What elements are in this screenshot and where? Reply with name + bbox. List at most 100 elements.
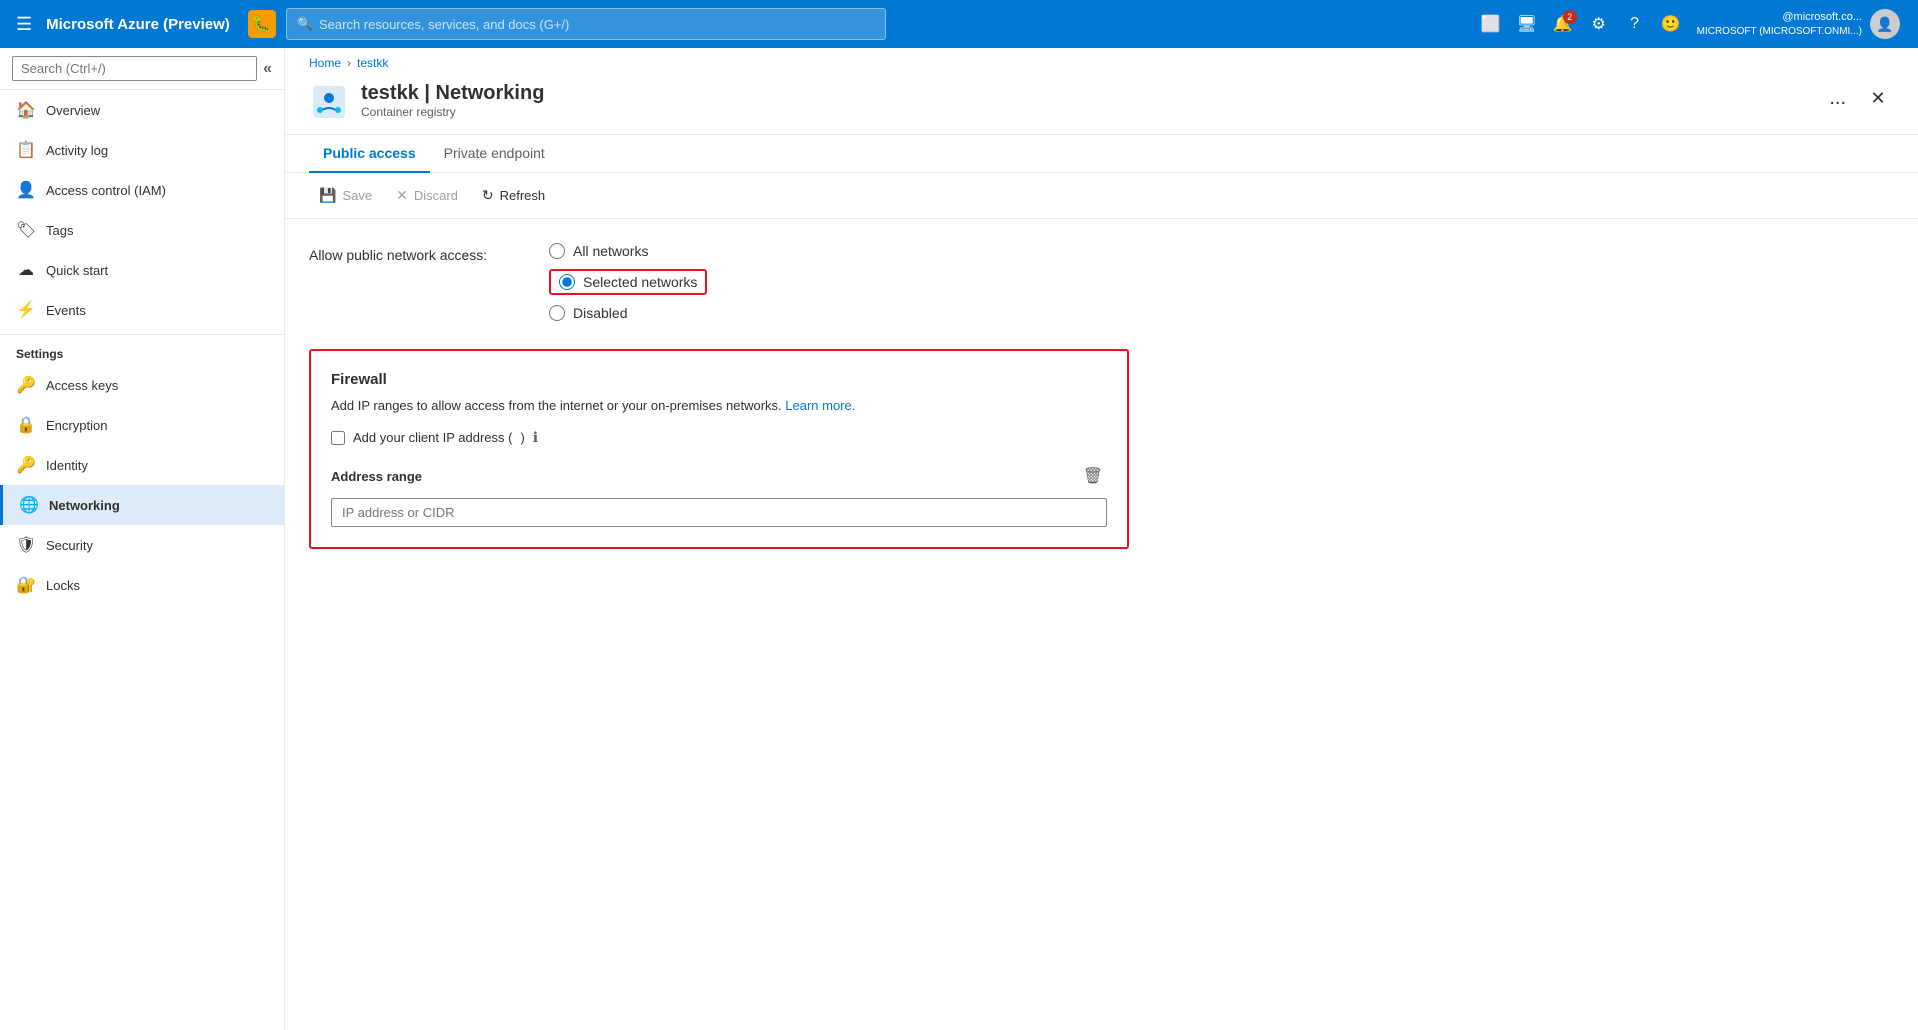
feedback-btn[interactable]: 🙂 xyxy=(1655,8,1687,40)
client-ip-checkbox[interactable] xyxy=(331,431,345,445)
portal-icon-btn[interactable]: ⬜ xyxy=(1475,8,1507,40)
delete-btn[interactable]: 🗑 xyxy=(1079,462,1107,490)
identity-label: Identity xyxy=(46,458,88,473)
discard-button[interactable]: ✕ Discard xyxy=(386,181,468,210)
sidebar-item-security[interactable]: 🛡 Security xyxy=(0,525,284,565)
sidebar-item-overview[interactable]: 🏠 Overview xyxy=(0,90,284,130)
save-button[interactable]: 💾 Save xyxy=(309,181,382,210)
tab-private-endpoint[interactable]: Private endpoint xyxy=(430,135,559,173)
sidebar-item-locks[interactable]: 🔐 Locks xyxy=(0,565,284,605)
bug-icon[interactable]: 🐛 xyxy=(248,10,276,38)
quick-start-icon: ☁ xyxy=(16,260,36,280)
radio-selected-networks-input[interactable] xyxy=(559,274,575,290)
search-input[interactable] xyxy=(319,17,875,32)
security-label: Security xyxy=(46,538,93,553)
radio-disabled-label: Disabled xyxy=(573,305,627,321)
search-bar[interactable]: 🔍 xyxy=(286,8,886,40)
help-btn[interactable]: ? xyxy=(1619,8,1651,40)
refresh-icon: ↻ xyxy=(482,187,494,204)
sidebar-item-encryption[interactable]: 🔒 Encryption xyxy=(0,405,284,445)
quick-start-label: Quick start xyxy=(46,263,108,278)
main-layout: « 🏠 Overview 📋 Activity log 👤 Access con… xyxy=(0,48,1918,1030)
hamburger-icon[interactable]: ☰ xyxy=(12,10,36,39)
page-header-actions: ... ✕ xyxy=(1821,82,1894,114)
cidr-input[interactable] xyxy=(331,498,1107,527)
sidebar: « 🏠 Overview 📋 Activity log 👤 Access con… xyxy=(0,48,285,1030)
cloud-shell-btn[interactable]: 🖥 xyxy=(1511,8,1543,40)
save-label: Save xyxy=(342,188,372,203)
locks-label: Locks xyxy=(46,578,80,593)
radio-disabled-input[interactable] xyxy=(549,305,565,321)
radio-disabled[interactable]: Disabled xyxy=(549,305,707,321)
notification-btn[interactable]: 🔔 2 xyxy=(1547,8,1579,40)
access-keys-icon: 🔑 xyxy=(16,375,36,395)
user-text: @microsoft.co... MICROSOFT (MICROSOFT.ON… xyxy=(1697,10,1862,37)
networking-label: Networking xyxy=(49,498,120,513)
sidebar-search-input[interactable] xyxy=(12,56,257,81)
page-title: testkk | Networking xyxy=(361,82,1809,105)
settings-section-header: Settings xyxy=(0,334,284,365)
access-keys-label: Access keys xyxy=(46,378,118,393)
user-tenant: MICROSOFT (MICROSOFT.ONMI...) xyxy=(1697,25,1862,38)
events-icon: ⚡ xyxy=(16,300,36,320)
learn-more-link[interactable]: Learn more. xyxy=(785,398,855,413)
radio-all-networks-input[interactable] xyxy=(549,243,565,259)
radio-all-networks-label: All networks xyxy=(573,243,648,259)
tab-public-access[interactable]: Public access xyxy=(309,135,430,173)
network-access-label: Allow public network access: xyxy=(309,243,509,263)
collapse-sidebar-btn[interactable]: « xyxy=(263,60,272,78)
top-nav: ☰ Microsoft Azure (Preview) 🐛 🔍 ⬜ 🖥 🔔 2 … xyxy=(0,0,1918,48)
breadcrumb-resource[interactable]: testkk xyxy=(357,56,388,70)
sidebar-item-access-control[interactable]: 👤 Access control (IAM) xyxy=(0,170,284,210)
networking-icon: 🌐 xyxy=(19,495,39,515)
firewall-title: Firewall xyxy=(331,371,1107,388)
sidebar-item-events[interactable]: ⚡ Events xyxy=(0,290,284,330)
sidebar-item-networking[interactable]: 🌐 Networking xyxy=(0,485,284,525)
more-options-btn[interactable]: ... xyxy=(1821,83,1854,114)
refresh-button[interactable]: ↻ Refresh xyxy=(472,181,555,210)
overview-icon: 🏠 xyxy=(16,100,36,120)
discard-label: Discard xyxy=(414,188,458,203)
firewall-description: Add IP ranges to allow access from the i… xyxy=(331,398,1107,413)
events-label: Events xyxy=(46,303,86,318)
resource-icon xyxy=(309,82,349,122)
avatar[interactable]: 👤 xyxy=(1870,9,1900,39)
identity-icon: 🔑 xyxy=(16,455,36,475)
main-content: Allow public network access: All network… xyxy=(285,219,1918,1030)
sidebar-item-access-keys[interactable]: 🔑 Access keys xyxy=(0,365,284,405)
security-icon: 🛡 xyxy=(16,535,36,555)
radio-group: All networks Selected networks Disabled xyxy=(549,243,707,321)
encryption-label: Encryption xyxy=(46,418,107,433)
notification-badge: 2 xyxy=(1563,10,1577,24)
save-icon: 💾 xyxy=(319,187,336,204)
activity-log-label: Activity log xyxy=(46,143,108,158)
page-header: testkk | Networking Container registry .… xyxy=(285,78,1918,135)
address-range-label: Address range xyxy=(331,469,422,484)
sidebar-item-quick-start[interactable]: ☁ Quick start xyxy=(0,250,284,290)
info-icon[interactable]: ℹ xyxy=(533,429,538,446)
firewall-section: Firewall Add IP ranges to allow access f… xyxy=(309,349,1129,549)
tags-icon: 🏷 xyxy=(16,220,36,240)
toolbar: 💾 Save ✕ Discard ↻ Refresh xyxy=(285,173,1918,219)
radio-selected-networks[interactable]: Selected networks xyxy=(549,269,707,295)
overview-label: Overview xyxy=(46,103,100,118)
user-info[interactable]: @microsoft.co... MICROSOFT (MICROSOFT.ON… xyxy=(1691,9,1906,39)
sidebar-item-tags[interactable]: 🏷 Tags xyxy=(0,210,284,250)
encryption-icon: 🔒 xyxy=(16,415,36,435)
search-icon: 🔍 xyxy=(297,16,313,32)
breadcrumb-separator: › xyxy=(347,56,351,70)
brand-name: Microsoft Azure (Preview) xyxy=(46,16,230,33)
close-btn[interactable]: ✕ xyxy=(1862,82,1894,114)
radio-all-networks[interactable]: All networks xyxy=(549,243,707,259)
sidebar-item-activity-log[interactable]: 📋 Activity log xyxy=(0,130,284,170)
refresh-label: Refresh xyxy=(500,188,546,203)
sidebar-search: « xyxy=(0,48,284,90)
settings-btn[interactable]: ⚙ xyxy=(1583,8,1615,40)
breadcrumb-home[interactable]: Home xyxy=(309,56,341,70)
client-ip-label: Add your client IP address ( xyxy=(353,430,512,445)
tags-label: Tags xyxy=(46,223,73,238)
locks-icon: 🔐 xyxy=(16,575,36,595)
page-header-text: testkk | Networking Container registry xyxy=(361,82,1809,119)
discard-icon: ✕ xyxy=(396,187,408,204)
sidebar-item-identity[interactable]: 🔑 Identity xyxy=(0,445,284,485)
